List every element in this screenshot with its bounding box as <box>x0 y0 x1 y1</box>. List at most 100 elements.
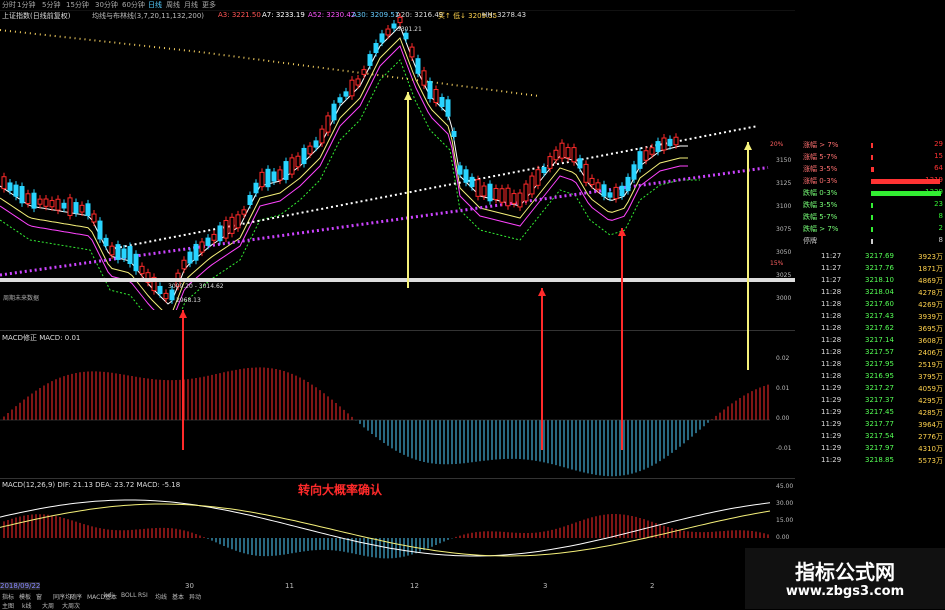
stat-row[interactable]: 停牌 8 <box>795 236 945 247</box>
tick-time: 11:29 <box>821 444 842 452</box>
tick-row: 11:29 3217.37 4295万 <box>795 396 945 407</box>
tick-price: 3217.54 <box>865 432 894 440</box>
tab-daily[interactable]: 日线 <box>148 0 162 10</box>
indicator-tab[interactable]: 窗 <box>36 592 42 601</box>
tick-time: 11:28 <box>821 360 842 368</box>
stat-label: 涨幅 5-7% <box>803 153 838 161</box>
tab-5min[interactable]: 5分钟 <box>42 0 60 10</box>
date-axis: 2018/09/22 30 11 12 3 2 <box>0 582 795 592</box>
tick-price: 3217.60 <box>865 300 894 308</box>
stat-row[interactable]: 跌幅 5-7% 8 <box>795 212 945 223</box>
tick-row: 11:28 3218.04 4278万 <box>795 288 945 299</box>
tick-price: 3217.62 <box>865 324 894 332</box>
stat-row[interactable]: 涨幅 0-3% 1319 <box>795 176 945 187</box>
tick-volume: 2406万 <box>918 349 943 357</box>
tick-volume: 3939万 <box>918 313 943 321</box>
tab-15min[interactable]: 15分钟 <box>66 0 89 10</box>
stat-row[interactable]: 跌幅 3-5% 23 <box>795 200 945 211</box>
stat-label: 涨幅 0-3% <box>803 177 838 185</box>
macd2-axis: 45.00 30.00 15.00 0.00 <box>776 483 793 541</box>
macd-panel-2[interactable]: MACD(12,26,9) DIF: 21.13 DEA: 23.72 MACD… <box>0 478 795 582</box>
tab-60min[interactable]: 60分钟 <box>122 0 145 10</box>
tick-price: 3217.43 <box>865 312 894 320</box>
tick-row: 11:29 3218.85 5573万 <box>795 456 945 467</box>
tick-row: 11:28 3217.57 2406万 <box>795 348 945 359</box>
tick-price: 3217.45 <box>865 408 894 416</box>
tab-monthly[interactable]: 月线 <box>184 0 198 10</box>
stat-value: 15 <box>934 152 943 160</box>
tick-row: 11:29 3217.77 3964万 <box>795 420 945 431</box>
tick-volume: 3695万 <box>918 325 943 333</box>
tick-time: 11:28 <box>821 372 842 380</box>
tab-1min[interactable]: 1分钟 <box>17 0 35 10</box>
tick-time: 11:29 <box>821 396 842 404</box>
date-label-3: 12 <box>410 582 419 590</box>
tick-time: 11:27 <box>821 264 842 272</box>
tick-time: 11:29 <box>821 408 842 416</box>
stat-bar <box>871 203 873 208</box>
stat-value: 23 <box>934 200 943 208</box>
indicator-tab[interactable]: 模板 <box>19 592 31 601</box>
stat-row[interactable]: 涨幅 5-7% 15 <box>795 152 945 163</box>
tick-price: 3218.85 <box>865 456 894 464</box>
macd2-histogram <box>0 499 771 559</box>
tick-price: 3218.10 <box>865 276 894 284</box>
stat-row[interactable]: 跌幅 > 7% 2 <box>795 224 945 235</box>
tick-volume: 4059万 <box>918 385 943 393</box>
tick-volume: 4310万 <box>918 445 943 453</box>
tick-price: 3217.77 <box>865 420 894 428</box>
tick-volume: 3608万 <box>918 337 943 345</box>
stat-value: 8 <box>938 236 943 244</box>
tick-time: 11:27 <box>821 276 842 284</box>
stat-value: 8 <box>938 212 943 220</box>
tab-30min[interactable]: 30分钟 <box>95 0 118 10</box>
indicator-tab[interactable]: BOLL <box>121 592 136 599</box>
tick-time: 11:28 <box>821 324 842 332</box>
date-label-start: 2018/09/22 <box>0 582 41 590</box>
tab-fenshi[interactable]: 分时 <box>2 0 16 10</box>
tick-time: 11:29 <box>821 384 842 392</box>
tick-row: 11:27 3218.10 4869万 <box>795 276 945 287</box>
tick-time: 11:29 <box>821 420 842 428</box>
stat-bar <box>871 143 873 148</box>
tick-row: 11:28 3217.14 3608万 <box>795 336 945 347</box>
tick-row: 11:28 3217.43 3939万 <box>795 312 945 323</box>
stat-label: 跌幅 5-7% <box>803 213 838 221</box>
stat-label: 涨幅 3-5% <box>803 165 838 173</box>
macd2-title: MACD(12,26,9) DIF: 21.13 DEA: 23.72 MACD… <box>2 481 180 489</box>
indicator-tab[interactable]: 随序 <box>70 592 82 601</box>
tick-volume: 2519万 <box>918 361 943 369</box>
tab-more[interactable]: 更多 <box>202 0 216 10</box>
indicator-tab[interactable]: 基本 <box>172 592 184 601</box>
indicator-tab[interactable]: 异动 <box>189 592 201 601</box>
trend-annotation: 转向大概率确认 <box>298 482 383 497</box>
stat-row[interactable]: 跌幅 0-3% 1339 <box>795 188 945 199</box>
tick-price: 3217.27 <box>865 384 894 392</box>
date-label-1: 30 <box>185 582 194 590</box>
macd2-axis-label: 30.00 <box>776 500 793 507</box>
tab-weekly[interactable]: 周线 <box>166 0 180 10</box>
indicator-tab[interactable]: 指标 <box>2 592 14 601</box>
indicator-tab[interactable]: 同序均 <box>53 592 71 601</box>
stat-bar <box>871 227 873 232</box>
tick-row: 11:27 3217.76 1871万 <box>795 264 945 275</box>
tick-price: 3216.95 <box>865 372 894 380</box>
tick-volume: 3964万 <box>918 421 943 429</box>
macd2-axis-label: 0.00 <box>776 534 790 541</box>
tick-row: 11:29 3217.45 4285万 <box>795 408 945 419</box>
tick-price: 3217.37 <box>865 396 894 404</box>
market-stats-panel: 涨幅 > 7% 29 涨幅 5-7% 15 涨幅 3-5% 64 涨幅 0-3% 1319 跌幅… <box>795 140 945 582</box>
tick-price: 3217.97 <box>865 444 894 452</box>
tick-volume: 4269万 <box>918 301 943 309</box>
stat-label: 跌幅 > 7% <box>803 225 839 233</box>
date-label-4: 3 <box>543 582 548 590</box>
site-watermark: 指标公式网 www.zbgs3.com <box>745 548 945 609</box>
stat-row[interactable]: 涨幅 > 7% 29 <box>795 140 945 151</box>
tick-volume: 2776万 <box>918 433 943 441</box>
stat-row[interactable]: 涨幅 3-5% 64 <box>795 164 945 175</box>
indicator-tab[interactable]: 均线 <box>155 592 167 601</box>
indicator-tab[interactable]: kdj <box>104 592 113 599</box>
tick-time: 11:27 <box>821 252 842 260</box>
tick-price: 3217.76 <box>865 264 894 272</box>
indicator-tab[interactable]: RSI <box>138 592 148 599</box>
